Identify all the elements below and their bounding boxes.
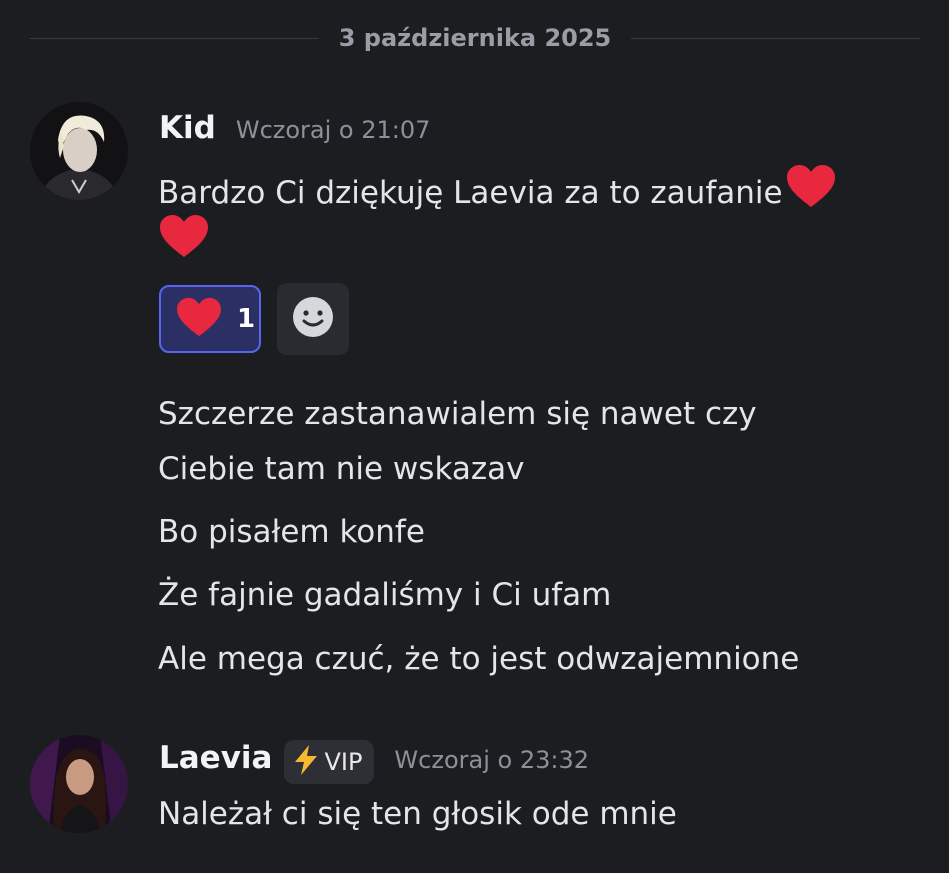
date-divider: 3 października 2025	[30, 18, 921, 58]
username-laevia[interactable]: Laevia	[159, 740, 272, 776]
vip-label: VIP	[324, 748, 363, 776]
divider-line-right	[631, 37, 921, 39]
message-text-kid-5: Że fajnie gadaliśmy i Ci ufam	[158, 577, 612, 613]
divider-line-left	[30, 37, 319, 39]
avatar-laevia[interactable]	[30, 735, 128, 833]
message-header-laevia: Laevia VIP Wczoraj o 23:32	[159, 740, 589, 784]
reaction-heart[interactable]: 1	[159, 285, 261, 353]
heart-emoji-icon	[158, 213, 210, 263]
heart-emoji-icon	[785, 163, 837, 217]
add-reaction-button[interactable]	[277, 283, 349, 355]
avatar-kid[interactable]	[30, 102, 128, 200]
message-text-kid-3: Ciebie tam nie wskazav	[158, 451, 525, 487]
message-text-kid-2: Szczerze zastanawialem się nawet czy	[158, 396, 757, 432]
message-text-kid-1: Bardzo Ci dziękuję Laevia za to zaufanie	[158, 163, 837, 217]
timestamp-kid: Wczoraj o 21:07	[235, 116, 431, 144]
message-text-laevia: Należał ci się ten głosik ode mnie	[158, 796, 677, 832]
heart-icon	[175, 296, 223, 342]
message-text-kid-4: Bo pisałem konfe	[158, 514, 425, 550]
smiley-add-icon	[291, 295, 335, 343]
divider-date: 3 października 2025	[338, 24, 612, 52]
chat-view: 3 października 2025 Kid Wczoraj o 21:07 …	[0, 0, 949, 873]
vip-badge[interactable]: VIP	[284, 740, 375, 784]
timestamp-laevia: Wczoraj o 23:32	[394, 746, 589, 774]
reaction-count: 1	[237, 304, 256, 334]
message-header-kid: Kid Wczoraj o 21:07	[159, 110, 430, 146]
lightning-icon	[292, 744, 320, 780]
username-kid[interactable]: Kid	[159, 110, 216, 146]
message-text-kid-6: Ale mega czuć, że to jest odwzajemnione	[158, 641, 800, 677]
message-text: Bardzo Ci dziękuję Laevia za to zaufanie	[158, 175, 783, 211]
